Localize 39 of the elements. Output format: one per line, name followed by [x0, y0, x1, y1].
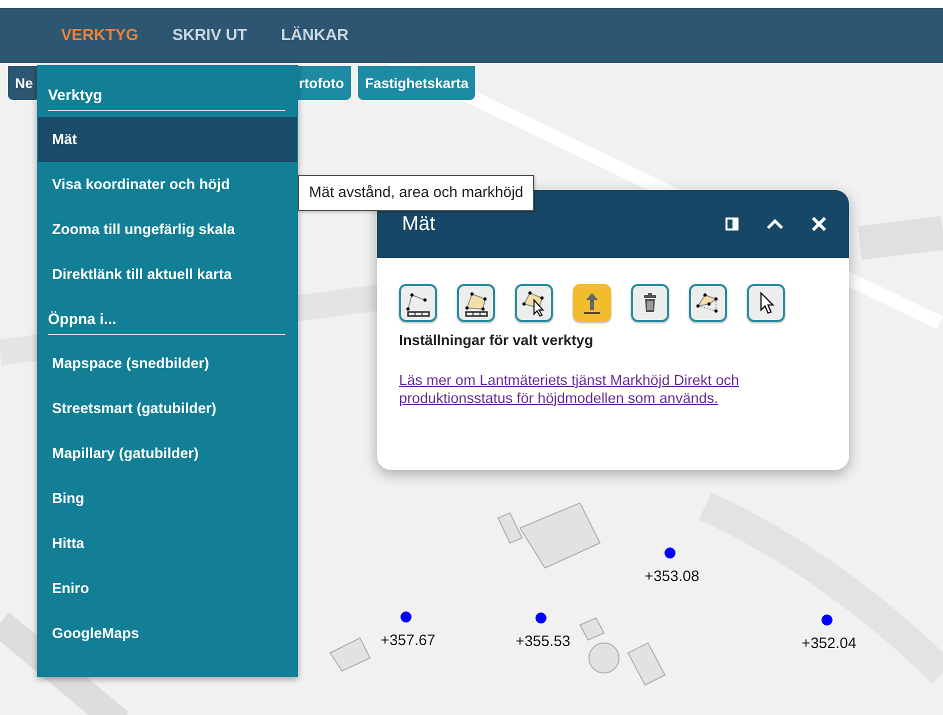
- measure-tool-button[interactable]: [747, 284, 785, 322]
- menu-item[interactable]: Direktlänk till aktuell karta: [37, 252, 298, 297]
- menu-item[interactable]: Eniro: [37, 566, 298, 611]
- map-building: [329, 637, 371, 672]
- tooltip: Mät avstånd, area och markhöjd: [298, 175, 534, 211]
- nav-tab[interactable]: LÄNKAR: [264, 16, 366, 56]
- menu-item[interactable]: Mät: [38, 117, 297, 162]
- measure-tool-button[interactable]: [457, 284, 495, 322]
- settings-heading: Inställningar för valt verktyg: [399, 333, 594, 349]
- menu-item[interactable]: Hitta: [37, 521, 298, 566]
- map-layer-tab[interactable]: Ne: [8, 66, 40, 100]
- nav-tab[interactable]: VERKTYG: [48, 16, 156, 56]
- menu-item[interactable]: Zooma till ungefärlig skala: [37, 207, 298, 252]
- map-building: [627, 642, 666, 686]
- menu-item[interactable]: Mapspace (snedbilder): [37, 341, 298, 386]
- map-building: [579, 617, 605, 641]
- measure-tool-button[interactable]: [631, 284, 669, 322]
- menu-item[interactable]: Mapillary (gatubilder): [37, 431, 298, 476]
- elevation-label: +355.53: [516, 633, 570, 650]
- measure-tool-button[interactable]: [515, 284, 553, 322]
- menu-item[interactable]: Visa koordinater och höjd: [37, 162, 298, 207]
- nav-tab[interactable]: SKRIV UT: [155, 16, 264, 56]
- menu-section-heading: Verktyg: [48, 79, 285, 111]
- collapse-button[interactable]: [766, 218, 784, 230]
- map-layer-tab[interactable]: Fastighetskarta: [358, 66, 476, 100]
- measure-tool-button[interactable]: [689, 284, 727, 322]
- elevation-label: +352.04: [802, 635, 856, 652]
- menu-item[interactable]: Bing: [37, 476, 298, 521]
- elevation-label: +353.08: [644, 568, 700, 585]
- dialog-title: Mät: [402, 212, 436, 236]
- measure-tool-button[interactable]: [399, 284, 437, 322]
- close-button[interactable]: [811, 216, 827, 232]
- info-link[interactable]: Läs mer om Lantmäteriets tjänst Markhöjd Direkt och produktionsstatus för höjdmodellen som används.: [399, 372, 817, 408]
- elevation-label: +357.67: [380, 632, 436, 649]
- menu-section-heading: Öppna i...: [48, 303, 285, 335]
- menu-item[interactable]: Streetsmart (gatubilder): [37, 386, 298, 431]
- dock-panel-button[interactable]: [725, 217, 739, 231]
- menu-item[interactable]: GoogleMaps: [37, 611, 298, 656]
- map-building: [588, 642, 620, 674]
